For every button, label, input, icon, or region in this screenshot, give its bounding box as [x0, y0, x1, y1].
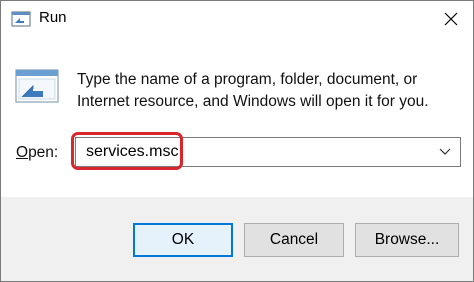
chevron-down-icon	[439, 148, 451, 155]
window-title: Run	[39, 9, 67, 26]
open-label-accelerator: O	[16, 144, 29, 161]
close-button[interactable]	[437, 6, 465, 32]
open-input[interactable]	[86, 142, 406, 162]
open-label-text: pen:	[28, 144, 59, 161]
cancel-button[interactable]: Cancel	[244, 223, 344, 257]
ok-button[interactable]: OK	[133, 223, 233, 257]
dropdown-button[interactable]	[434, 142, 456, 162]
browse-button[interactable]: Browse...	[355, 223, 459, 257]
dialog-content: Type the name of a program, folder, docu…	[1, 37, 473, 197]
open-combobox[interactable]	[75, 137, 461, 167]
open-label: Open:	[16, 144, 58, 162]
instruction-text: Type the name of a program, folder, docu…	[77, 71, 429, 110]
button-bar: OK Cancel Browse...	[1, 197, 473, 281]
close-icon	[444, 12, 458, 26]
run-dialog: Run Type the name of a program, folder, …	[0, 0, 474, 282]
title-bar: Run	[1, 1, 473, 37]
run-icon	[15, 69, 59, 103]
run-app-icon	[11, 10, 31, 28]
